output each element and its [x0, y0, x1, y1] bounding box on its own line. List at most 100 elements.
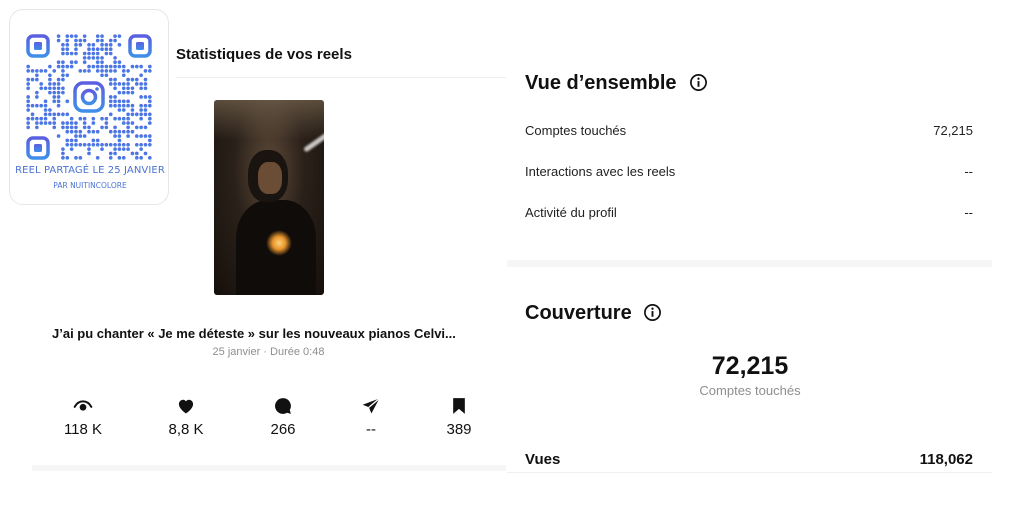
- qr-module: [56, 90, 61, 95]
- qr-module: [56, 103, 61, 108]
- qr-module: [95, 69, 100, 73]
- qr-module: [108, 43, 113, 47]
- qr-module: [35, 125, 39, 130]
- qr-module: [139, 64, 143, 69]
- qr-module: [52, 69, 57, 73]
- qr-module: [117, 82, 122, 86]
- qr-code-card[interactable]: REEL PARTAGÉ LE 25 JANVIER PAR NUITINCOL…: [9, 9, 169, 205]
- qr-module: [91, 129, 96, 134]
- qr-module: [117, 34, 122, 38]
- qr-module: [139, 134, 143, 138]
- qr-module: [39, 82, 44, 86]
- qr-module: [74, 129, 78, 134]
- qr-module: [35, 95, 39, 99]
- qr-module: [113, 99, 117, 104]
- qr-module: [130, 151, 135, 156]
- qr-module: [113, 151, 117, 156]
- reel-thumbnail[interactable]: [214, 100, 324, 295]
- qr-module: [52, 90, 57, 95]
- qr-module: [126, 147, 130, 151]
- qr-module: [126, 116, 130, 121]
- qr-module: [139, 147, 143, 151]
- qr-module: [143, 134, 148, 138]
- info-icon[interactable]: [689, 73, 708, 92]
- qr-module: [65, 38, 70, 43]
- qr-module: [139, 116, 143, 121]
- qr-module: [65, 43, 70, 47]
- qr-module: [48, 90, 52, 95]
- qr-module: [139, 82, 143, 86]
- qr-module: [65, 129, 70, 134]
- qr-module: [69, 60, 74, 65]
- qr-module: [130, 90, 135, 95]
- qr-module: [113, 38, 117, 43]
- qr-module: [26, 99, 30, 104]
- qr-module: [148, 156, 152, 160]
- qr-module: [100, 43, 104, 47]
- qr-module: [69, 34, 74, 38]
- stat-views-value: 118 K: [63, 421, 103, 438]
- qr-module: [61, 156, 65, 160]
- qr-module: [26, 116, 30, 121]
- bookmark-icon: [453, 398, 465, 414]
- qr-module: [61, 43, 65, 47]
- qr-module: [78, 38, 83, 43]
- qr-code: [26, 34, 152, 160]
- comment-icon: [275, 398, 291, 414]
- qr-module: [108, 103, 113, 108]
- qr-module: [56, 60, 61, 65]
- qr-module: [121, 73, 126, 78]
- qr-module: [139, 86, 143, 91]
- qr-module: [139, 108, 143, 112]
- qr-module: [104, 142, 109, 147]
- qr-module: [78, 134, 83, 138]
- qr-module: [113, 129, 117, 134]
- qr-module: [26, 108, 30, 112]
- qr-module: [117, 116, 122, 121]
- qr-module: [65, 112, 70, 117]
- qr-module: [143, 103, 148, 108]
- qr-module: [143, 151, 148, 156]
- qr-module: [39, 86, 44, 91]
- divider: [507, 472, 992, 473]
- qr-module: [65, 125, 70, 130]
- qr-module: [91, 51, 96, 56]
- qr-module: [113, 116, 117, 121]
- qr-module: [65, 121, 70, 125]
- qr-module: [26, 125, 30, 130]
- qr-module: [26, 77, 30, 82]
- qr-finder-bottom-left: [26, 136, 50, 160]
- qr-module: [108, 77, 113, 82]
- qr-module: [87, 125, 91, 130]
- qr-module: [113, 95, 117, 99]
- stat-likes: 8,8 K: [151, 396, 221, 438]
- qr-module: [78, 129, 83, 134]
- qr-module: [61, 121, 65, 125]
- qr-module: [113, 60, 117, 65]
- info-icon[interactable]: [643, 303, 662, 322]
- qr-module: [134, 125, 139, 130]
- qr-module: [148, 121, 152, 125]
- qr-module: [56, 77, 61, 82]
- qr-module: [74, 43, 78, 47]
- qr-module: [61, 90, 65, 95]
- qr-module: [48, 86, 52, 91]
- stat-likes-value: 8,8 K: [168, 421, 204, 438]
- qr-module: [39, 103, 44, 108]
- qr-module: [148, 99, 152, 104]
- qr-module: [117, 90, 122, 95]
- qr-module: [139, 142, 143, 147]
- qr-module: [117, 134, 122, 138]
- qr-module: [130, 77, 135, 82]
- qr-module: [113, 147, 117, 151]
- qr-module: [148, 134, 152, 138]
- qr-module: [108, 95, 113, 99]
- qr-module: [69, 142, 74, 147]
- qr-module: [113, 125, 117, 130]
- stat-views: 118 K: [48, 396, 118, 438]
- qr-module: [52, 95, 57, 99]
- qr-module: [134, 64, 139, 69]
- qr-module: [35, 73, 39, 78]
- qr-module: [43, 121, 48, 125]
- qr-module: [61, 147, 65, 151]
